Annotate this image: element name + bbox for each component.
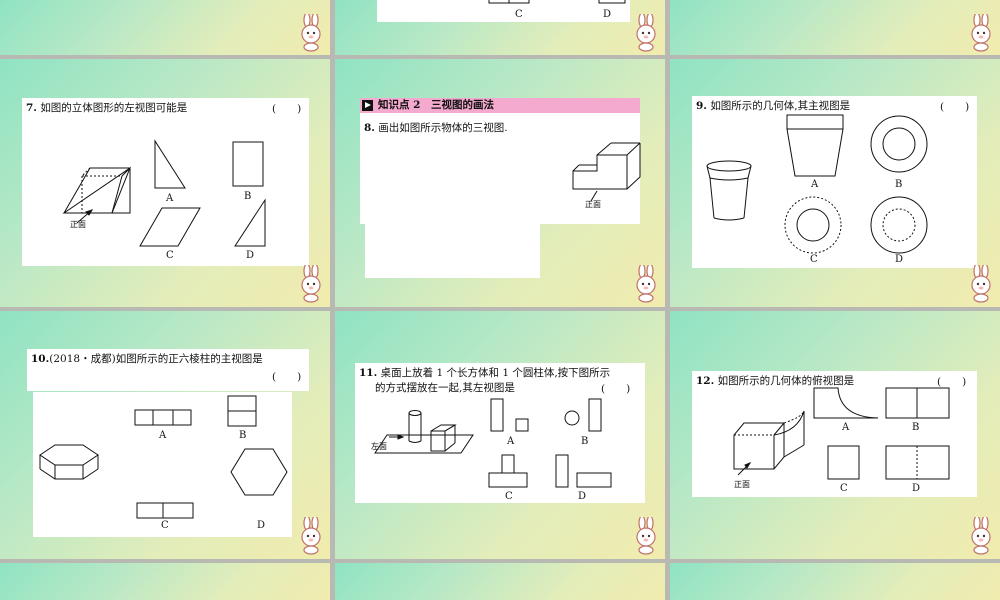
option-label-d: D [578,491,587,502]
question-card: 11. 桌面上放着 1 个长方体和 1 个圆柱体,按下图所示 的方式摆放在一起,… [355,363,645,503]
bunny-mascot-icon [964,12,998,52]
option-label-d: D [912,483,921,494]
slide-question-7[interactable]: 7. 如图的立体图形的左视图可能是 ( ) 正面 A B C D [0,59,330,307]
bunny-mascot-icon [294,12,328,52]
slide-question-11[interactable]: 11. 桌面上放着 1 个长方体和 1 个圆柱体,按下图所示 的方式摆放在一起,… [335,311,665,559]
question-card: 12. 如图所示的几何体的俯视图是 ( ) 正面 A B C D [692,371,977,497]
bunny-mascot-icon [964,515,998,555]
slide-question-12[interactable]: 12. 如图所示的几何体的俯视图是 ( ) 正面 A B C D [670,311,1000,559]
question-8-figure [572,142,641,202]
question-9-figures [706,114,928,254]
bunny-mascot-icon [629,12,663,52]
option-label-b: B [581,436,589,447]
front-label: 正面 [734,480,750,489]
slide-top-left [0,0,330,55]
bunny-mascot-icon [964,263,998,303]
slide-question-8[interactable]: 知识点 2 三视图的画法 8. 画出如图所示物体的三视图. 正面 [335,59,665,307]
slide-top-right [670,0,1000,55]
option-label-a: A [842,422,850,433]
question-card: C D [377,0,630,22]
slide-question-9[interactable]: 9. 如图所示的几何体,其主视图是 ( ) A B C D [670,59,1000,307]
option-label-a: A [159,430,167,441]
option-label-c: C [161,520,169,531]
front-label: 正面 [70,220,86,229]
option-label-a: A [166,193,174,204]
question-card: 9. 如图所示的几何体,其主视图是 ( ) A B C D [692,96,977,268]
bunny-mascot-icon [294,263,328,303]
option-figures [488,0,626,4]
option-label-c: C [505,491,513,502]
figure-card: A B C D [33,392,292,537]
question-stem: (2018・成都)如图所示的正六棱柱的主视图是 [49,353,263,365]
option-label-c: C [515,9,523,20]
bunny-mascot-icon [294,515,328,555]
slide-top-middle: C D [335,0,665,55]
slide-bottom-middle [335,563,665,600]
option-label-a: A [811,179,819,190]
slide-bottom-right [670,563,1000,600]
slide-question-10[interactable]: 10.(2018・成都)如图所示的正六棱柱的主视图是 ( ) A B C D [0,311,330,559]
option-label-d: D [257,520,266,531]
option-label-c: C [810,254,818,265]
option-label-c: C [166,250,174,261]
question-card: 10.(2018・成都)如图所示的正六棱柱的主视图是 ( ) [27,349,309,391]
option-label-d: D [603,9,612,20]
front-label: 正面 [585,200,601,209]
question-text: 10.(2018・成都)如图所示的正六棱柱的主视图是 [31,352,263,366]
bunny-mascot-icon [629,263,663,303]
answer-paren: ( ) [272,371,302,383]
option-label-b: B [895,179,903,190]
question-card: 7. 如图的立体图形的左视图可能是 ( ) 正面 A B C D [22,98,309,266]
question-7-figures [62,139,266,247]
option-label-c: C [840,483,848,494]
option-label-b: B [239,430,247,441]
option-label-b: B [244,191,252,202]
bunny-mascot-icon [629,515,663,555]
question-11-figures [374,398,612,488]
question-number: 10. [31,353,50,365]
slide-bottom-left [0,563,330,600]
option-label-d: D [246,250,255,261]
question-10-figures [39,395,288,519]
option-label-b: B [912,422,920,433]
left-side-label: 左面 [371,442,387,451]
option-label-a: A [507,436,515,447]
option-label-d: D [895,254,904,265]
